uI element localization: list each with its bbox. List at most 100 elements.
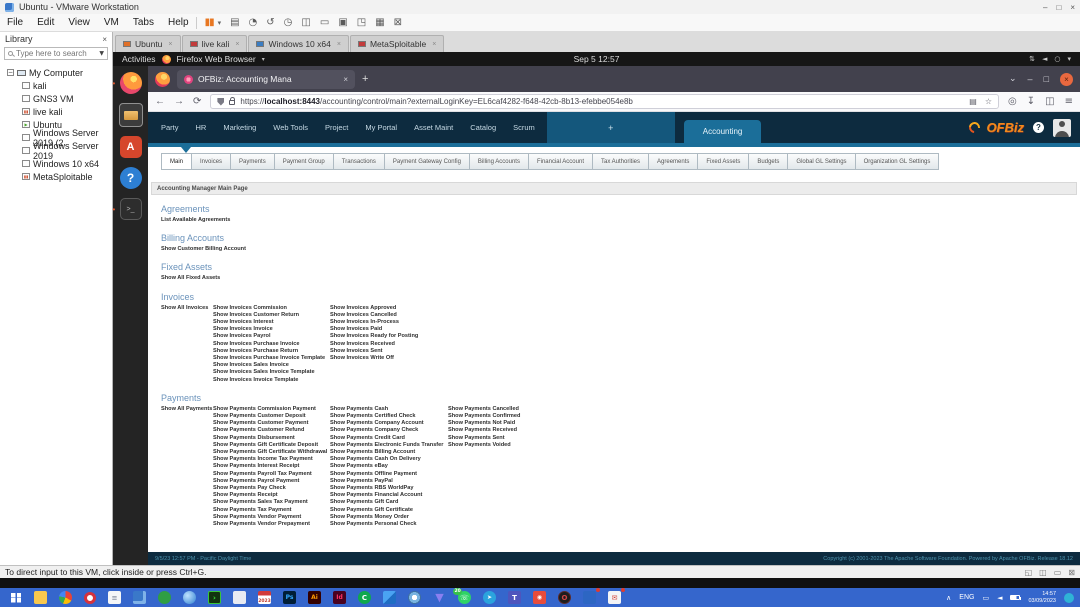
ofbiz-link[interactable]: Show Payments Received — [448, 427, 520, 434]
ofbiz-link[interactable]: Show Payments Confirmed — [448, 413, 520, 420]
ofbiz-link[interactable]: Show Payments Vendor Payment — [213, 514, 330, 521]
ofbiz-link[interactable]: Show Payments Voided — [448, 442, 520, 449]
subtab[interactable]: Payments — [230, 153, 275, 170]
url-bar[interactable]: https://localhost:8443/accounting/contro… — [210, 94, 999, 109]
tracking-protection-shield-icon[interactable] — [217, 98, 224, 106]
ofbiz-link[interactable]: Show All Payments — [161, 406, 213, 413]
stretch-view-button[interactable]: ⊠ — [394, 17, 402, 28]
ofbiz-link[interactable]: Show Invoices Commission — [213, 305, 330, 312]
collapse-icon[interactable]: − — [7, 69, 14, 76]
taskbar-clock[interactable]: 14:57 03/09/2023 — [1028, 591, 1056, 604]
subtab[interactable]: Transactions — [333, 153, 385, 170]
close-button[interactable]: × — [1070, 3, 1075, 12]
subtab[interactable]: Financial Account — [528, 153, 593, 170]
reload-button[interactable]: ⟳ — [193, 96, 201, 107]
ofbiz-link[interactable]: Show Invoices In-Process — [330, 319, 448, 326]
taskbar-whatsapp-icon[interactable]: ☏ 20 — [458, 591, 471, 604]
ofbiz-link[interactable]: Show Invoices Sales Invoice — [213, 362, 330, 369]
ofbiz-link[interactable]: Show Payments Gift Certificate Withdrawa… — [213, 449, 330, 456]
taskbar-dark-app-icon[interactable]: O — [558, 591, 571, 604]
fullscreen-button[interactable]: ▣ — [338, 17, 347, 28]
volume-icon[interactable]: ◄ — [1042, 55, 1047, 63]
ofbiz-link[interactable]: Show Payments Income Tax Payment — [213, 456, 330, 463]
ofbiz-link[interactable]: Show Payments Not Paid — [448, 420, 520, 427]
subtab[interactable]: Agreements — [648, 153, 698, 170]
network-icon[interactable]: ⇅ — [1029, 55, 1035, 63]
subtab[interactable]: Fixed Assets — [697, 153, 749, 170]
nav-link[interactable]: HR — [196, 123, 207, 132]
subtab[interactable]: Budgets — [748, 153, 788, 170]
taskbar-lamp-app-icon[interactable] — [233, 591, 246, 604]
ofbiz-link[interactable]: Show Payments Cash — [330, 406, 448, 413]
https-lock-icon[interactable] — [229, 100, 235, 105]
vm-tab-close-icon[interactable]: × — [432, 41, 436, 48]
ofbiz-link[interactable]: Show Payments Company Account — [330, 420, 448, 427]
tree-node-vm[interactable]: Windows Server 2019 — [7, 145, 112, 156]
ofbiz-link[interactable]: Show Payments Sales Tax Payment — [213, 499, 330, 506]
taskbar-camtasia-icon[interactable]: C — [358, 591, 371, 604]
search-dropdown-icon[interactable]: ▼ — [99, 50, 104, 57]
bookmark-star-icon[interactable]: ☆ — [985, 97, 992, 106]
ofbiz-link[interactable]: Show Invoices Purchase Invoice Template — [213, 355, 330, 362]
start-button[interactable] — [11, 593, 21, 603]
ofbiz-link[interactable]: Show Invoices Interest — [213, 319, 330, 326]
taskbar-gns3-icon[interactable]: ▼ — [433, 591, 446, 604]
tree-node-vm[interactable]: kali — [7, 80, 112, 91]
ofbiz-link[interactable]: Show Payments Sent — [448, 435, 520, 442]
ofbiz-link[interactable]: Show Invoices Approved — [330, 305, 448, 312]
subtab[interactable]: Payment Gateway Config — [384, 153, 470, 170]
minimize-button[interactable]: – — [1043, 3, 1047, 12]
ofbiz-link[interactable]: Show Payments Customer Payment — [213, 420, 330, 427]
touch-keyboard-icon[interactable]: ▭ — [982, 594, 989, 602]
ofbiz-link[interactable]: Show Invoices Invoice Template — [213, 377, 330, 384]
ofbiz-link[interactable]: Show Payments Gift Certificate — [330, 507, 448, 514]
taskbar-calendar-icon[interactable]: 2023 — [258, 591, 271, 604]
taskbar-red-app-icon[interactable]: ◉ — [533, 591, 546, 604]
snapshot-revert-button[interactable]: ↺ — [266, 17, 274, 28]
user-avatar[interactable] — [1053, 119, 1071, 137]
ofbiz-link[interactable]: Show Invoices Sent — [330, 348, 448, 355]
tree-node-my-computer[interactable]: − My Computer — [7, 67, 112, 78]
ofbiz-link[interactable]: Show Payments Cash On Delivery — [330, 456, 448, 463]
tab-accounting[interactable]: Accounting — [684, 120, 762, 143]
taskbar-mail-app-icon[interactable]: ✉ — [608, 591, 621, 604]
new-tab-button[interactable]: + — [362, 73, 368, 85]
system-menu-caret-icon[interactable]: ▾ — [1067, 55, 1071, 63]
snapshot-take-button[interactable]: ◔ — [249, 17, 258, 28]
nav-link[interactable]: Marketing — [223, 123, 256, 132]
menu-item[interactable]: VM — [97, 17, 126, 28]
ofbiz-link[interactable]: Show Invoices Sales Invoice Template — [213, 369, 330, 376]
status-panel-icon-2[interactable]: ◫ — [1039, 568, 1047, 577]
nav-link[interactable]: Project — [325, 123, 348, 132]
taskbar-notepad-icon[interactable]: ≡ — [108, 591, 121, 604]
menu-item[interactable]: Help — [161, 17, 196, 28]
tree-node-vm[interactable]: ▮▮ MetaSploitable — [7, 171, 112, 182]
ofbiz-link[interactable]: Show Payments Tax Payment — [213, 507, 330, 514]
subtab[interactable]: Payment Group — [274, 153, 334, 170]
notification-center-icon[interactable] — [1064, 593, 1074, 603]
ubuntu-clock[interactable]: Sep 5 12:57 — [574, 54, 620, 64]
taskbar-telegram-icon[interactable]: ➤ — [483, 591, 496, 604]
pocket-icon[interactable]: ◎ — [1008, 96, 1017, 107]
ofbiz-link[interactable]: Show Invoices Payrol — [213, 333, 330, 340]
taskbar-chrome-icon[interactable] — [59, 591, 72, 604]
ofbiz-link[interactable]: Show Invoices Ready for Posting — [330, 333, 448, 340]
menu-item[interactable]: Edit — [30, 17, 61, 28]
browser-tab[interactable]: OFBiz: Accounting Mana × — [177, 70, 355, 89]
console-view-button[interactable]: ▦ — [375, 17, 384, 28]
taskbar-blue-app-icon[interactable] — [583, 591, 596, 604]
ofbiz-link[interactable]: Show Payments Receipt — [213, 492, 330, 499]
tray-chevron-icon[interactable]: ∧ — [946, 594, 951, 602]
ofbiz-link[interactable]: Show Payments Interest Receipt — [213, 463, 330, 470]
ofbiz-link[interactable]: Show Invoices Write Off — [330, 355, 448, 362]
taskbar-globe-app-icon[interactable] — [183, 591, 196, 604]
taskbar-round-app-icon[interactable] — [408, 591, 421, 604]
suspend-button[interactable]: ▮▮ — [205, 17, 214, 28]
ofbiz-link[interactable]: Show Payments Offline Payment — [330, 471, 448, 478]
ofbiz-link[interactable]: Show Payments Gift Certificate Deposit — [213, 442, 330, 449]
subtab[interactable]: Tax Authorities — [592, 153, 649, 170]
vm-tab[interactable]: live kali × — [182, 35, 248, 52]
forward-button[interactable]: → — [174, 96, 184, 107]
nav-link[interactable]: My Portal — [365, 123, 397, 132]
help-icon[interactable]: ? — [1033, 122, 1044, 133]
